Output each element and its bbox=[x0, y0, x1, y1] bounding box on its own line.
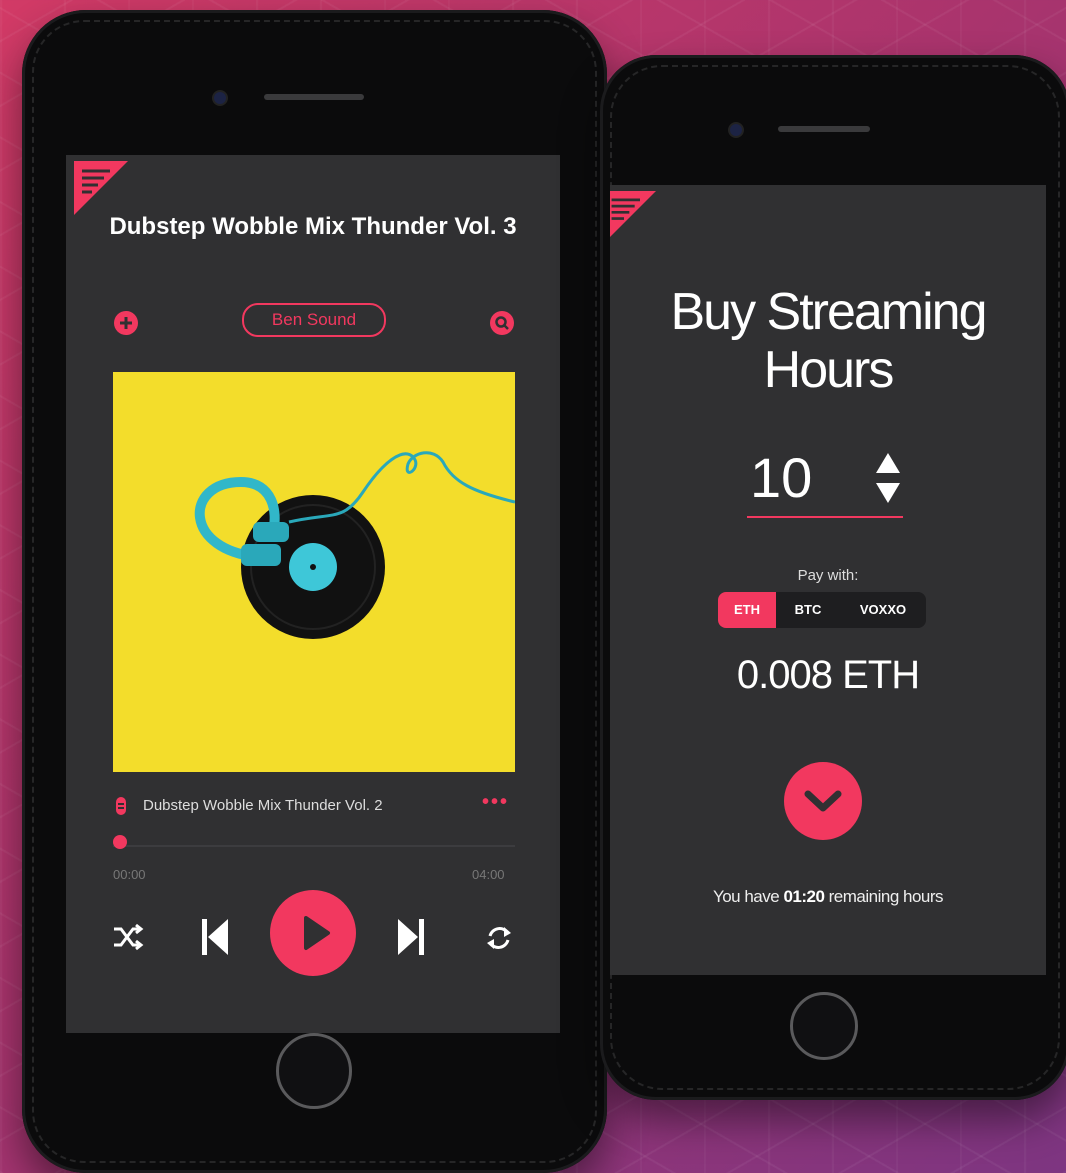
music-player-screen: Dubstep Wobble Mix Thunder Vol. 3 Ben So… bbox=[66, 155, 560, 1033]
pay-with-label: Pay with: bbox=[797, 567, 859, 584]
front-camera bbox=[730, 124, 742, 136]
current-time: 00:00 bbox=[113, 867, 146, 882]
more-icon[interactable]: ••• bbox=[482, 791, 509, 814]
remaining-prefix: You have bbox=[712, 887, 784, 906]
track-title: Dubstep Wobble Mix Thunder Vol. 3 bbox=[109, 213, 517, 240]
home-button[interactable] bbox=[790, 992, 858, 1060]
progress-knob[interactable] bbox=[113, 835, 127, 849]
quantity-stepper[interactable] bbox=[874, 451, 902, 505]
page-title: Buy Streaming Hours bbox=[670, 283, 987, 399]
album-cover bbox=[113, 372, 516, 772]
search-icon[interactable] bbox=[490, 311, 514, 335]
play-button[interactable] bbox=[270, 890, 356, 976]
next-icon[interactable] bbox=[396, 917, 426, 957]
total-time: 04:00 bbox=[472, 867, 505, 882]
confirm-purchase-button[interactable] bbox=[784, 762, 862, 840]
music-note-icon bbox=[116, 797, 126, 815]
now-playing-title: Dubstep Wobble Mix Thunder Vol. 2 bbox=[143, 797, 383, 814]
earpiece-speaker bbox=[778, 126, 870, 132]
artist-button[interactable]: Ben Sound bbox=[242, 303, 386, 337]
hours-quantity[interactable]: 10 bbox=[750, 445, 812, 510]
decrease-arrow-icon[interactable] bbox=[876, 483, 900, 503]
add-icon[interactable] bbox=[114, 311, 138, 335]
chevron-down-icon bbox=[804, 790, 842, 812]
previous-icon[interactable] bbox=[200, 917, 230, 957]
remaining-value: 01:20 bbox=[783, 887, 825, 906]
currency-selector: ETH BTC VOXXO bbox=[718, 592, 926, 628]
play-icon bbox=[304, 916, 330, 950]
currency-btc[interactable]: BTC bbox=[776, 592, 840, 628]
progress-track[interactable] bbox=[113, 845, 515, 847]
menu-logo-icon[interactable] bbox=[610, 191, 656, 239]
currency-voxxo[interactable]: VOXXO bbox=[840, 592, 926, 628]
remaining-hours-text: You have 01:20 remaining hours bbox=[610, 887, 1046, 907]
menu-logo-icon[interactable] bbox=[74, 161, 128, 215]
earpiece-speaker bbox=[264, 94, 364, 100]
currency-eth[interactable]: ETH bbox=[718, 592, 776, 628]
remaining-suffix: remaining hours bbox=[824, 887, 944, 906]
home-button[interactable] bbox=[276, 1033, 352, 1109]
quantity-underline bbox=[747, 516, 903, 518]
buy-hours-screen: Buy Streaming Hours 10 Pay with: ETH BTC… bbox=[610, 185, 1046, 975]
price-amount: 0.008 ETH bbox=[736, 653, 920, 697]
front-camera bbox=[214, 92, 226, 104]
shuffle-icon[interactable] bbox=[112, 923, 144, 951]
repeat-icon[interactable] bbox=[484, 923, 514, 953]
increase-arrow-icon[interactable] bbox=[876, 453, 900, 473]
